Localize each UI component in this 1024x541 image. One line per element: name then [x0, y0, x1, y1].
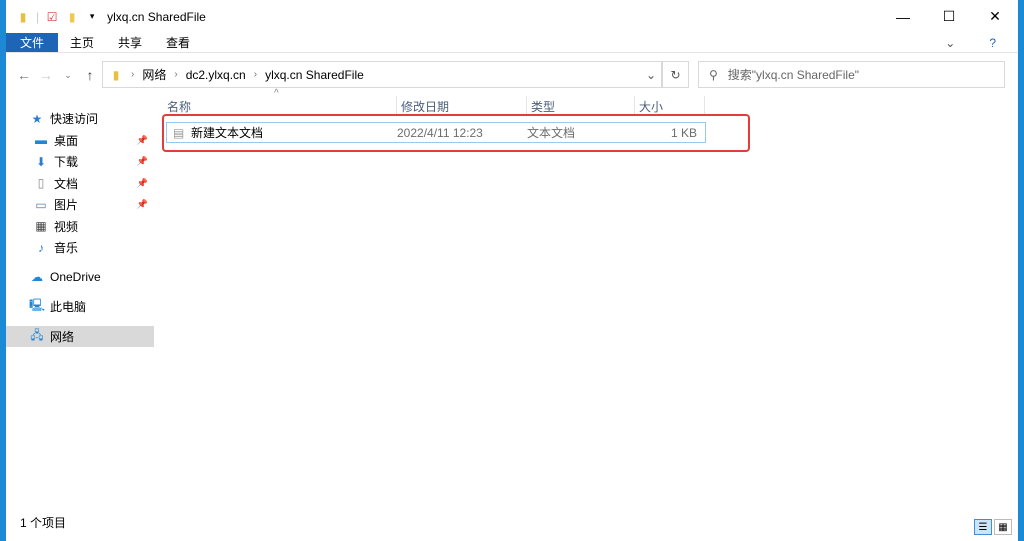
star-icon: ★: [31, 111, 43, 126]
breadcrumb-network[interactable]: 网络: [142, 66, 166, 83]
label: 音乐: [54, 241, 79, 256]
cloud-icon: ☁: [31, 270, 43, 285]
maximize-button[interactable]: ☐: [926, 0, 972, 33]
sidebar-item-downloads[interactable]: ⬇ 下载 📌: [6, 151, 154, 173]
sidebar-item-music[interactable]: ♪ 音乐: [6, 237, 154, 259]
tab-share[interactable]: 共享: [106, 33, 154, 52]
column-name[interactable]: 名称: [163, 96, 397, 116]
title-bar: ▮ | ☑ ▮ ▾ ylxq.cn SharedFile — ☐ ✕: [6, 0, 1018, 33]
pin-icon: 📌: [136, 156, 148, 167]
network-icon: 🖧: [30, 327, 44, 342]
breadcrumb-host[interactable]: dc2.ylxq.cn: [186, 68, 246, 82]
search-icon: ⚲: [709, 67, 718, 82]
network-folder-icon: ▮: [112, 67, 120, 82]
label: 图片: [54, 198, 79, 213]
tab-view[interactable]: 查看: [154, 33, 202, 52]
column-size[interactable]: 大小: [635, 96, 705, 116]
new-folder-icon[interactable]: ▮: [65, 10, 79, 24]
column-headers: 名称 修改日期 类型 大小: [163, 96, 705, 116]
up-button[interactable]: ↑: [80, 67, 100, 83]
properties-icon[interactable]: ☑: [45, 10, 59, 24]
window-title: ylxq.cn SharedFile: [107, 9, 206, 24]
label: 快速访问: [50, 112, 99, 127]
help-icon[interactable]: ?: [977, 33, 1008, 52]
search-box[interactable]: ⚲ 搜索"ylxq.cn SharedFile": [698, 61, 1005, 88]
pin-icon: 📌: [136, 177, 148, 188]
pictures-icon: ▭: [35, 197, 47, 212]
label: 桌面: [54, 133, 79, 148]
video-icon: ▦: [35, 219, 47, 234]
label: 视频: [54, 219, 79, 234]
desktop-icon: ▬: [35, 133, 47, 148]
breadcrumb-share[interactable]: ylxq.cn SharedFile: [265, 68, 364, 82]
folder-network-icon: ▮: [19, 9, 27, 24]
minimize-button[interactable]: —: [880, 0, 926, 33]
tab-home[interactable]: 主页: [58, 33, 106, 52]
pin-icon: 📌: [136, 199, 148, 210]
address-bar[interactable]: ▮ › 网络 › dc2.ylxq.cn › ylxq.cn SharedFil…: [102, 61, 662, 88]
sidebar-item-onedrive[interactable]: ☁ OneDrive: [6, 267, 154, 289]
document-icon: ▯: [37, 176, 45, 191]
sidebar-item-desktop[interactable]: ▬ 桌面 📌: [6, 130, 154, 152]
address-dropdown[interactable]: ⌄: [641, 68, 661, 82]
sidebar-item-pictures[interactable]: ▭ 图片 📌: [6, 194, 154, 216]
label: 网络: [50, 329, 75, 344]
label: 此电脑: [50, 300, 87, 315]
ribbon: 文件 主页 共享 查看 ⌄?: [6, 33, 1018, 53]
download-icon: ⬇: [35, 154, 47, 169]
sidebar-item-videos[interactable]: ▦ 视频: [6, 216, 154, 238]
explorer-window: ▮ | ☑ ▮ ▾ ylxq.cn SharedFile — ☐ ✕ 文件 主页…: [6, 0, 1018, 541]
refresh-button[interactable]: ↻: [662, 61, 689, 88]
label: 文档: [54, 176, 79, 191]
large-icons-view-button[interactable]: ▦: [994, 519, 1012, 535]
tab-file[interactable]: 文件: [6, 33, 58, 52]
expand-ribbon-icon[interactable]: ⌄: [933, 33, 967, 52]
pin-icon: 📌: [136, 134, 148, 145]
sidebar-item-documents[interactable]: ▯ 文档 📌: [6, 173, 154, 195]
sidebar-item-network[interactable]: 🖧 网络: [6, 325, 154, 347]
details-view-button[interactable]: ☰: [974, 519, 992, 535]
forward-button[interactable]: →: [36, 67, 56, 83]
navigation-pane: ★ 快速访问 ▬ 桌面 📌 ⬇ 下载 📌 ▯ 文档 📌 ▭ 图片 📌 ▦ 视频 ♪ 音乐 ☁ OneDr…: [6, 100, 154, 510]
column-type[interactable]: 类型: [527, 96, 635, 116]
search-input[interactable]: 搜索"ylxq.cn SharedFile": [728, 66, 859, 83]
customize-dropdown-icon[interactable]: ▾: [85, 10, 99, 24]
column-modified[interactable]: 修改日期: [397, 96, 527, 116]
back-button[interactable]: ←: [14, 67, 34, 83]
status-bar-count: 1 个项目: [20, 516, 67, 530]
sidebar-item-this-pc[interactable]: 🖳 此电脑: [6, 296, 154, 318]
sidebar-item-quick-access[interactable]: ★ 快速访问: [6, 108, 154, 130]
close-button[interactable]: ✕: [972, 0, 1018, 33]
label: 下载: [54, 155, 79, 170]
chevron-right-icon: ›: [131, 69, 135, 80]
music-icon: ♪: [38, 240, 44, 255]
chevron-right-icon: ›: [174, 69, 178, 80]
computer-icon: 🖳: [29, 298, 46, 313]
chevron-right-icon: ›: [253, 69, 258, 80]
divider: |: [36, 9, 40, 24]
highlight-annotation: [162, 114, 750, 152]
label: OneDrive: [50, 270, 101, 285]
recent-dropdown[interactable]: ⌄: [58, 70, 78, 81]
